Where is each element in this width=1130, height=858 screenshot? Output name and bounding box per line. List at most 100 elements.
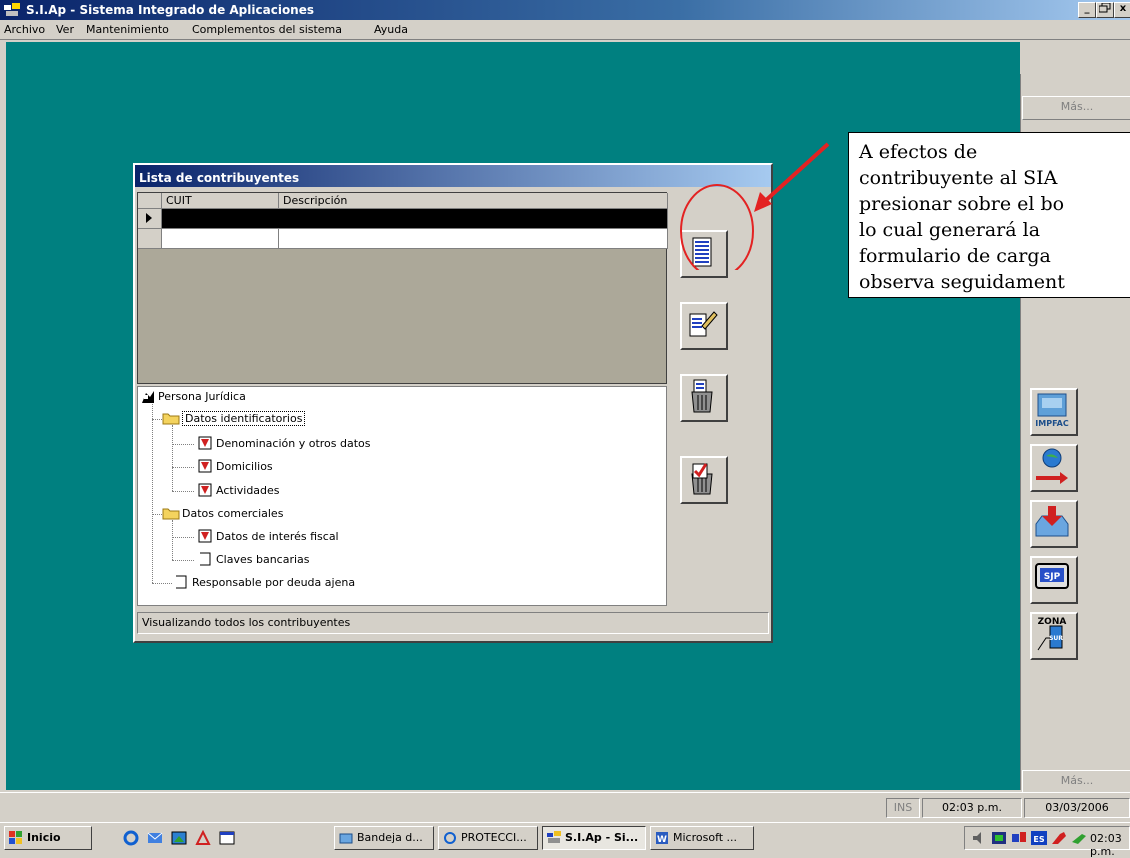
taskbar-item-bandeja[interactable]: Bandeja d...	[334, 826, 434, 850]
language-es-icon[interactable]: ES	[1030, 830, 1048, 846]
callout-line-1: A efectos de	[859, 141, 978, 163]
table-row-cell-descripcion[interactable]	[279, 229, 668, 249]
desktop-icon[interactable]	[170, 830, 188, 846]
taskbar-item-proteccion[interactable]: PROTECCI...	[438, 826, 538, 850]
callout-line-6: observa seguidament	[859, 271, 1065, 293]
table-row-cell-cuit[interactable]	[162, 229, 279, 249]
impfac-button[interactable]: IMPFAC	[1030, 388, 1078, 436]
tree-item-actividades[interactable]: Actividades	[216, 484, 280, 497]
window-title-bar[interactable]: S.I.Ap - Sistema Integrado de Aplicacion…	[0, 0, 1130, 20]
acrobat-icon[interactable]	[194, 830, 212, 846]
tray-plug-icon[interactable]	[1070, 830, 1088, 846]
table-row-selected[interactable]	[162, 209, 668, 229]
ie-icon	[444, 832, 456, 844]
more-bottom-button[interactable]: Más...	[1022, 770, 1130, 794]
mail-folder-icon	[339, 833, 353, 844]
dialog-status: Visualizando todos los contribuyentes	[137, 612, 769, 634]
sjp-label: SJP	[1044, 572, 1061, 582]
tree-item-domicilios[interactable]: Domicilios	[216, 460, 273, 473]
empty-checkbox-icon	[200, 552, 211, 566]
column-header-descripcion[interactable]: Descripción	[279, 193, 668, 209]
zona-sur-button[interactable]: ZONA SUR	[1030, 612, 1078, 660]
tree-item-claves-bancarias[interactable]: Claves bancarias	[216, 553, 310, 566]
current-row-arrow-icon	[146, 213, 152, 223]
row-indicator-new[interactable]	[138, 229, 162, 249]
red-check-icon	[198, 459, 212, 473]
volume-icon[interactable]	[970, 830, 988, 846]
tree-item-interes-fiscal[interactable]: Datos de interés fiscal	[216, 530, 339, 543]
inbox-download-button[interactable]	[1030, 500, 1078, 548]
svg-text:ES: ES	[1033, 835, 1044, 844]
window-icon[interactable]	[218, 830, 236, 846]
maximize-button[interactable]	[1096, 2, 1114, 18]
menu-ver[interactable]: Ver	[56, 23, 74, 36]
windows-logo-icon	[9, 831, 22, 844]
siap-app-icon	[547, 831, 561, 843]
tree-group-datos-identificatorios[interactable]: Datos identificatorios	[182, 411, 306, 426]
sjp-button[interactable]: SJP	[1030, 556, 1078, 604]
taskbar-item-label: PROTECCI...	[461, 831, 527, 844]
tray-tools-icon[interactable]	[1050, 830, 1068, 846]
row-indicator[interactable]	[138, 209, 162, 229]
red-check-icon	[198, 529, 212, 543]
menu-complementos[interactable]: Complementos del sistema	[192, 23, 342, 36]
callout-line-3: presionar sobre el bo	[859, 193, 1065, 215]
inbox-download-icon	[1035, 506, 1069, 537]
sjp-icon: SJP	[1035, 563, 1069, 589]
red-check-icon	[198, 436, 212, 450]
empty-checkbox-icon	[176, 575, 187, 589]
persona-juridica-icon	[142, 391, 154, 403]
menu-mantenimiento[interactable]: Mantenimiento	[86, 23, 169, 36]
tree-item-denominacion[interactable]: Denominación y otros datos	[216, 437, 371, 450]
callout-line-2: contribuyente al SIA	[859, 167, 1058, 189]
trash-check-icon	[691, 463, 713, 495]
datos-tree[interactable]: Persona Jurídica Datos identificatorios …	[137, 386, 667, 606]
sur-label: SUR	[1049, 635, 1063, 642]
callout-line-5: formulario de carga	[859, 245, 1051, 267]
globe-transfer-icon	[1036, 448, 1068, 484]
more-top-button[interactable]: Más...	[1022, 96, 1130, 120]
edit-document-icon	[689, 311, 718, 337]
highlight-circle	[680, 184, 754, 270]
tree-root-persona-juridica[interactable]: Persona Jurídica	[158, 390, 246, 403]
window-title: S.I.Ap - Sistema Integrado de Aplicacion…	[26, 3, 315, 17]
ins-indicator: INS	[886, 798, 920, 818]
siap-app-icon	[4, 3, 20, 16]
impfac-icon: IMPFAC	[1035, 393, 1069, 428]
close-button[interactable]: x	[1114, 2, 1130, 18]
restore-icon	[1098, 2, 1111, 13]
contribuyentes-grid[interactable]: CUIT Descripción	[137, 192, 668, 384]
taskbar-item-label: Microsoft ...	[673, 831, 738, 844]
delete-checked-button[interactable]	[680, 456, 728, 504]
folder-icon	[162, 413, 180, 425]
row-header-corner	[138, 193, 162, 209]
column-header-cuit[interactable]: CUIT	[162, 193, 279, 209]
trash-document-icon	[691, 379, 713, 413]
word-icon: W	[656, 832, 668, 845]
taskbar-item-microsoft[interactable]: W Microsoft ...	[650, 826, 754, 850]
network-icon[interactable]	[990, 830, 1008, 846]
edit-contribuyente-button[interactable]	[680, 302, 728, 350]
minimize-button[interactable]: _	[1078, 2, 1096, 18]
impfac-label: IMPFAC	[1035, 419, 1069, 428]
red-check-icon	[198, 483, 212, 497]
taskbar-item-siap[interactable]: S.I.Ap - Si...	[542, 826, 646, 850]
taskbar-item-label: Bandeja d...	[357, 831, 423, 844]
tray-app-icon[interactable]	[1010, 830, 1028, 846]
ie-icon[interactable]	[122, 830, 140, 846]
zona-sur-icon: ZONA SUR	[1037, 617, 1066, 651]
menu-ayuda[interactable]: Ayuda	[374, 23, 408, 36]
folder-icon	[162, 508, 180, 520]
callout-line-4: lo cual generará la	[859, 219, 1041, 241]
svg-text:W: W	[657, 835, 667, 845]
tree-item-responsable-deuda[interactable]: Responsable por deuda ajena	[192, 576, 355, 589]
taskbar-clock: 02:03 p.m.	[1090, 832, 1122, 858]
outlook-icon[interactable]	[146, 830, 164, 846]
delete-contribuyente-button[interactable]	[680, 374, 728, 422]
start-button[interactable]: Inicio	[4, 826, 92, 850]
tree-group-datos-comerciales[interactable]: Datos comerciales	[182, 507, 283, 520]
globe-transfer-button[interactable]	[1030, 444, 1078, 492]
start-label: Inicio	[27, 831, 61, 844]
menu-bar: Archivo Ver Mantenimiento Complementos d…	[0, 20, 1130, 40]
menu-archivo[interactable]: Archivo	[4, 23, 45, 36]
